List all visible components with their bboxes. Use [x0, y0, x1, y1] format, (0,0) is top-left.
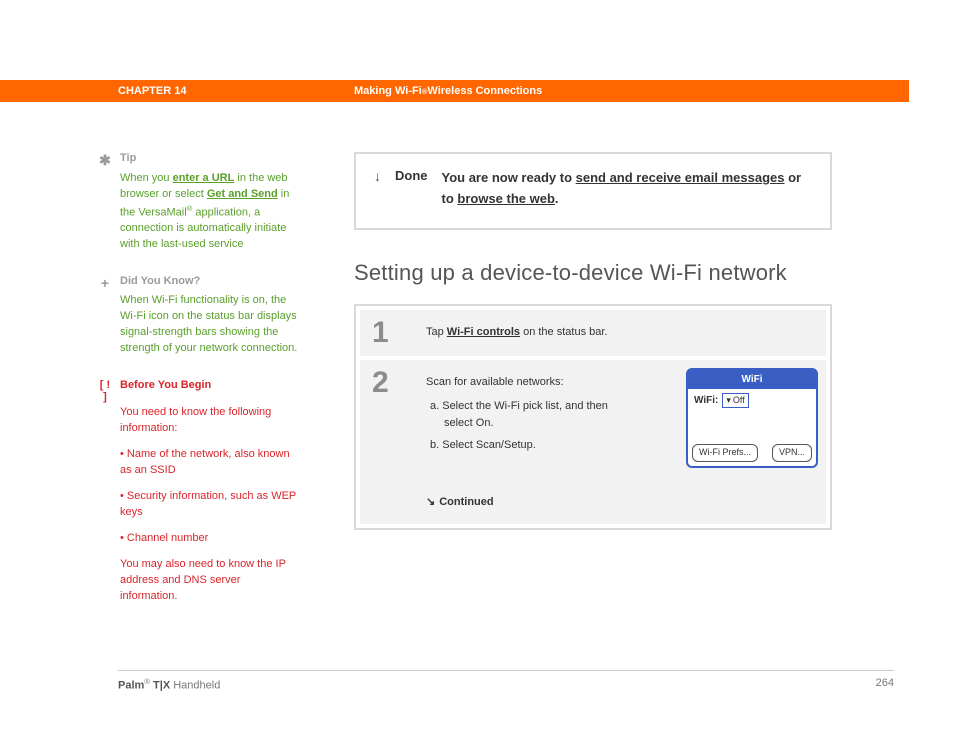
did-you-know-block: + Did You Know? When Wi-Fi functionality…: [98, 275, 298, 357]
byb-bullet-3: Channel number: [120, 531, 298, 547]
wifi-picklist-value: Off: [733, 394, 745, 408]
done-text: You are now ready to send and receive em…: [442, 168, 813, 210]
chapter-text: CHAPTER 14: [118, 85, 186, 97]
header-gap: [909, 80, 954, 102]
wifi-picklist[interactable]: ▾ Off: [722, 393, 748, 409]
step-2-number: 2: [360, 360, 420, 525]
chapter-label: CHAPTER 14: [0, 80, 354, 102]
enter-url-link[interactable]: enter a URL: [173, 172, 235, 184]
section-title: Setting up a device-to-device Wi-Fi netw…: [354, 260, 832, 286]
before-you-begin-block: [ ! ] Before You Begin You need to know …: [98, 379, 298, 604]
wifi-dialog-mock: WiFi WiFi: ▾ Off Wi-Fi Prefs... VPN...: [686, 368, 818, 468]
done-label: Done: [395, 168, 428, 183]
step-1: 1 Tap Wi-Fi controls on the status bar.: [360, 310, 826, 356]
step-2-content: Scan for available networks: a. Select t…: [420, 360, 826, 525]
step-2: 2 Scan for available networks: a. Select…: [360, 360, 826, 525]
email-link[interactable]: send and receive email messages: [576, 170, 785, 185]
byb-intro: You need to know the following informati…: [120, 405, 298, 437]
step-1-number: 1: [360, 310, 420, 356]
step-2b: b. Select Scan/Setup.: [426, 437, 616, 454]
vpn-button[interactable]: VPN...: [772, 444, 812, 462]
dropdown-icon: ▾: [726, 394, 731, 408]
wifi-field-label: WiFi:: [694, 393, 718, 408]
down-arrow-icon: ↓: [374, 168, 381, 184]
wifi-controls-link[interactable]: Wi-Fi controls: [447, 326, 520, 338]
browse-web-link[interactable]: browse the web: [457, 191, 555, 206]
byb-title: Before You Begin: [120, 379, 211, 391]
chapter-title-post: Wireless Connections: [427, 85, 542, 97]
footer: Palm® T|X Handheld 264: [118, 670, 894, 692]
step-2a: a. Select the Wi-Fi pick list, and then …: [426, 398, 616, 431]
plus-icon: +: [98, 275, 112, 291]
chapter-title: Making Wi-Fi® Wireless Connections: [354, 80, 909, 102]
main-content: ↓ Done You are now ready to send and rec…: [354, 152, 832, 530]
asterisk-icon: ✱: [98, 152, 112, 169]
step-1-content: Tap Wi-Fi controls on the status bar.: [420, 310, 826, 356]
sidebar: ✱ Tip When you enter a URL in the web br…: [98, 152, 298, 626]
alert-icon: [ ! ]: [98, 379, 112, 403]
chapter-title-pre: Making Wi-Fi: [354, 85, 422, 97]
footer-brand: Palm® T|X Handheld: [118, 677, 220, 692]
dyk-title: Did You Know?: [120, 275, 200, 287]
byb-bullet-2: Security information, such as WEP keys: [120, 489, 298, 521]
continued-label: ↘Continued: [426, 494, 814, 511]
byb-outro: You may also need to know the IP address…: [120, 557, 298, 605]
steps-box: 1 Tap Wi-Fi controls on the status bar. …: [354, 304, 832, 531]
done-box: ↓ Done You are now ready to send and rec…: [354, 152, 832, 230]
wifi-dialog-title: WiFi: [688, 370, 816, 389]
tip-block: ✱ Tip When you enter a URL in the web br…: [98, 152, 298, 253]
dyk-body: When Wi-Fi functionality is on, the Wi-F…: [120, 293, 298, 357]
byb-body: You need to know the following informati…: [120, 405, 298, 604]
tip-body: When you enter a URL in the web browser …: [120, 171, 298, 253]
wifi-prefs-button[interactable]: Wi-Fi Prefs...: [692, 444, 758, 462]
header-bar: CHAPTER 14 Making Wi-Fi® Wireless Connec…: [0, 80, 954, 102]
byb-bullet-1: Name of the network, also known as an SS…: [120, 447, 298, 479]
tip-title: Tip: [120, 152, 136, 164]
page-number: 264: [876, 677, 894, 692]
get-and-send-link[interactable]: Get and Send: [207, 188, 278, 200]
continued-arrow-icon: ↘: [426, 496, 435, 508]
